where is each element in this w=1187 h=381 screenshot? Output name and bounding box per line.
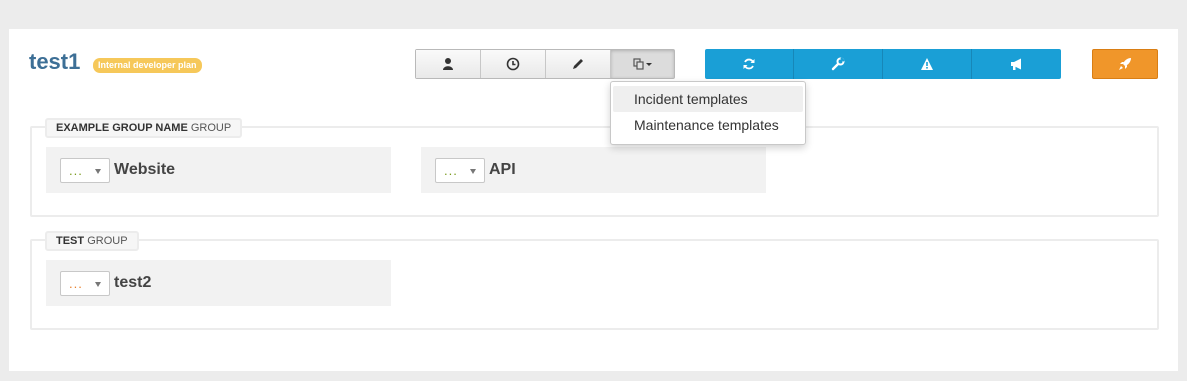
chevron-down-icon [95, 168, 101, 174]
status-select[interactable]: ... [60, 270, 110, 296]
user-button[interactable] [416, 50, 481, 78]
status-value: ... [69, 162, 83, 178]
component-row-website: ... Website [46, 147, 391, 193]
plan-badge: Internal developer plan [93, 58, 202, 73]
refresh-icon [743, 58, 755, 70]
pencil-icon [573, 59, 583, 69]
chevron-down-icon [95, 281, 101, 287]
warning-icon [921, 58, 933, 70]
menu-item-incident-templates[interactable]: Incident templates [613, 86, 803, 112]
component-name: test2 [114, 274, 152, 291]
component-row-api: ... API [421, 147, 766, 193]
history-button[interactable] [481, 50, 546, 78]
status-value: ... [444, 162, 458, 178]
menu-item-maintenance-templates[interactable]: Maintenance templates [613, 112, 803, 138]
rocket-icon [1119, 58, 1131, 70]
clock-icon [506, 57, 520, 71]
incident-button[interactable] [883, 49, 972, 79]
templates-dropdown-menu: Incident templates Maintenance templates [610, 81, 806, 145]
edit-button[interactable] [546, 50, 611, 78]
gray-button-group [415, 49, 675, 79]
wrench-icon [831, 57, 845, 71]
status-value: ... [69, 275, 83, 291]
status-select[interactable]: ... [435, 157, 485, 183]
blue-button-group [705, 49, 1061, 79]
user-icon [443, 58, 453, 70]
group-legend-test: TEST GROUP [45, 231, 139, 251]
group-name: TEST [56, 235, 85, 247]
group-suffix: GROUP [190, 122, 232, 134]
maintenance-button[interactable] [794, 49, 883, 79]
refresh-button[interactable] [705, 49, 794, 79]
chevron-down-icon [470, 168, 476, 174]
component-name: Website [114, 161, 176, 178]
status-select[interactable]: ... [60, 157, 110, 183]
group-legend-example: EXAMPLE GROUP NAME GROUP [45, 118, 243, 138]
announcement-button[interactable] [972, 49, 1061, 79]
templates-dropdown-button[interactable] [611, 50, 674, 78]
megaphone-icon [1010, 58, 1021, 70]
launch-button[interactable] [1092, 49, 1158, 79]
group-name: EXAMPLE GROUP NAME [56, 122, 188, 134]
page-title: test1 [29, 49, 81, 74]
copy-dropdown-icon [632, 58, 652, 70]
component-name: API [489, 161, 516, 178]
component-row-test2: ... test2 [46, 260, 391, 306]
group-suffix: GROUP [87, 235, 128, 247]
